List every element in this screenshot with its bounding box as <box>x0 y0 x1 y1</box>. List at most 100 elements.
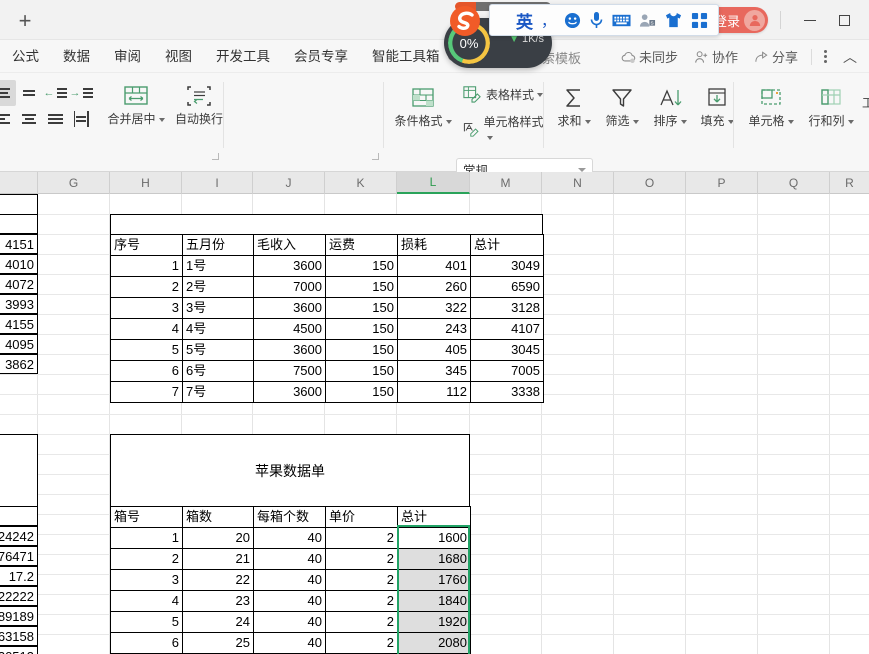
column-header-Q[interactable]: Q <box>758 172 830 194</box>
left-clipped-blank-2[interactable] <box>0 214 38 234</box>
cell-per-box[interactable]: 40 <box>254 633 326 654</box>
cell-seq[interactable]: 7 <box>111 382 183 403</box>
cell-apple-total[interactable]: 2080 <box>398 633 471 654</box>
cell-box-count[interactable]: 25 <box>183 633 254 654</box>
cell-total[interactable]: 3045 <box>471 340 544 361</box>
column-header-H[interactable]: H <box>110 172 182 194</box>
align-middle-button[interactable] <box>16 80 42 106</box>
cell-per-box[interactable]: 40 <box>254 570 326 591</box>
column-header-J[interactable]: J <box>253 172 325 194</box>
cell-freight[interactable]: 150 <box>326 361 398 382</box>
ime-account-button[interactable]: S <box>639 12 656 28</box>
align-justify-button[interactable] <box>42 106 68 132</box>
cell-apple-total[interactable]: 1840 <box>398 591 471 612</box>
cell-loss[interactable]: 345 <box>398 361 471 382</box>
cell-seq[interactable]: 2 <box>111 277 183 298</box>
cell-loss[interactable]: 401 <box>398 256 471 277</box>
cell-box-count[interactable]: 21 <box>183 549 254 570</box>
cell-freight[interactable]: 150 <box>326 298 398 319</box>
maximize-button[interactable] <box>827 5 861 35</box>
menu-item-member[interactable]: 会员专享 <box>282 40 360 73</box>
column-header-I[interactable]: I <box>182 172 253 194</box>
cell-unit-price[interactable]: 2 <box>326 633 398 654</box>
apple-data-table[interactable]: 箱号 箱数 每箱个数 单价 总计 1 20 40 2 1600 2 21 40 <box>110 506 471 654</box>
left-clipped-b-value-4[interactable]: 22222 <box>0 586 38 606</box>
cell-box-no[interactable]: 4 <box>111 591 183 612</box>
cell-day[interactable]: 7号 <box>183 382 254 403</box>
align-top-button[interactable] <box>0 80 16 106</box>
cell-gross[interactable]: 4500 <box>254 319 326 340</box>
cell-unit-price[interactable]: 2 <box>326 528 398 549</box>
column-header-K[interactable]: K <box>325 172 397 194</box>
cell-apple-total[interactable]: 1760 <box>398 570 471 591</box>
cell-unit-price[interactable]: 2 <box>326 612 398 633</box>
cell-gross[interactable]: 7500 <box>254 361 326 382</box>
cell-total[interactable]: 4107 <box>471 319 544 340</box>
cell-freight[interactable]: 150 <box>326 277 398 298</box>
collaborate-button[interactable]: 协作 <box>687 47 745 66</box>
left-clipped-value-1[interactable]: 4151 <box>0 234 38 254</box>
chevron-down-icon[interactable] <box>446 120 452 124</box>
left-clipped-blank-1[interactable] <box>0 194 38 214</box>
cell-unit-price[interactable]: 2 <box>326 549 398 570</box>
cells-button[interactable]: 单元格 <box>742 86 800 129</box>
align-left-button[interactable] <box>0 106 16 132</box>
column-header-O[interactable]: O <box>614 172 686 194</box>
ime-toolbox-button[interactable] <box>691 12 708 29</box>
left-clipped-b-value-6[interactable]: 63158 <box>0 626 38 646</box>
cell-total[interactable]: 3338 <box>471 382 544 403</box>
menu-item-view[interactable]: 视图 <box>153 40 204 73</box>
cell-box-count[interactable]: 22 <box>183 570 254 591</box>
menu-item-formula[interactable]: 公式 <box>0 40 51 73</box>
apple-table-title-cell[interactable]: 苹果数据单 <box>110 434 470 506</box>
more-cells-button[interactable]: 工 <box>862 94 869 111</box>
left-clipped-value-6[interactable]: 4095 <box>0 334 38 354</box>
table-row[interactable]: 1 1号 3600 150 401 3049 <box>111 256 544 277</box>
sort-button[interactable]: 排序 <box>647 86 693 129</box>
autosum-button[interactable]: 求和 <box>552 86 596 129</box>
table-row[interactable]: 6 6号 7500 150 345 7005 <box>111 361 544 382</box>
menu-item-smart-toolbox[interactable]: 智能工具箱 <box>360 40 452 73</box>
cell-seq[interactable]: 1 <box>111 256 183 277</box>
table-row[interactable]: 5 5号 3600 150 405 3045 <box>111 340 544 361</box>
share-button[interactable]: 分享 <box>747 47 805 66</box>
left-clipped-value-3[interactable]: 4072 <box>0 274 38 294</box>
cell-box-no[interactable]: 6 <box>111 633 183 654</box>
cell-day[interactable]: 2号 <box>183 277 254 298</box>
sogou-ime-logo[interactable] <box>444 2 486 40</box>
menu-item-developer[interactable]: 开发工具 <box>204 40 282 73</box>
ime-soft-keyboard-button[interactable] <box>612 13 631 28</box>
column-header-G[interactable]: G <box>38 172 110 194</box>
table-row[interactable]: 2 21 40 2 1680 <box>111 549 471 570</box>
left-clipped-b-value-2[interactable]: 76471 <box>0 546 38 566</box>
align-center-button[interactable] <box>16 106 42 132</box>
menu-item-data[interactable]: 数据 <box>51 40 102 73</box>
cell-per-box[interactable]: 40 <box>254 549 326 570</box>
cell-day[interactable]: 3号 <box>183 298 254 319</box>
left-clipped-value-4[interactable]: 3993 <box>0 294 38 314</box>
cell-total[interactable]: 6590 <box>471 277 544 298</box>
collapse-ribbon-chevron-up-icon[interactable]: ︿ <box>835 47 865 67</box>
cell-box-no[interactable]: 5 <box>111 612 183 633</box>
increase-indent-button[interactable]: → <box>68 80 94 106</box>
table-row[interactable]: 1 20 40 2 1600 <box>111 528 471 549</box>
new-sheet-tab-button[interactable]: + <box>8 6 42 36</box>
left-clipped-title-cell[interactable] <box>0 434 38 506</box>
monthly-table-top-band[interactable] <box>110 214 543 234</box>
cell-seq[interactable]: 6 <box>111 361 183 382</box>
distribute-button[interactable] <box>68 106 94 132</box>
wrap-text-button[interactable]: 自动换行 <box>172 84 226 127</box>
cell-loss[interactable]: 112 <box>398 382 471 403</box>
table-row[interactable]: 6 25 40 2 2080 <box>111 633 471 654</box>
left-clipped-value-2[interactable]: 4010 <box>0 254 38 274</box>
cell-freight[interactable]: 150 <box>326 256 398 277</box>
left-clipped-header-cell[interactable] <box>0 506 38 526</box>
chevron-down-icon[interactable] <box>487 136 493 140</box>
chevron-down-icon[interactable] <box>633 120 639 124</box>
rows-columns-button[interactable]: 行和列 <box>802 86 860 129</box>
table-row[interactable]: 3 3号 3600 150 322 3128 <box>111 298 544 319</box>
table-row[interactable]: 2 2号 7000 150 260 6590 <box>111 277 544 298</box>
ime-punctuation-button[interactable]: ， <box>541 10 556 31</box>
left-clipped-b-value-5[interactable]: 89189 <box>0 606 38 626</box>
cell-freight[interactable]: 150 <box>326 340 398 361</box>
